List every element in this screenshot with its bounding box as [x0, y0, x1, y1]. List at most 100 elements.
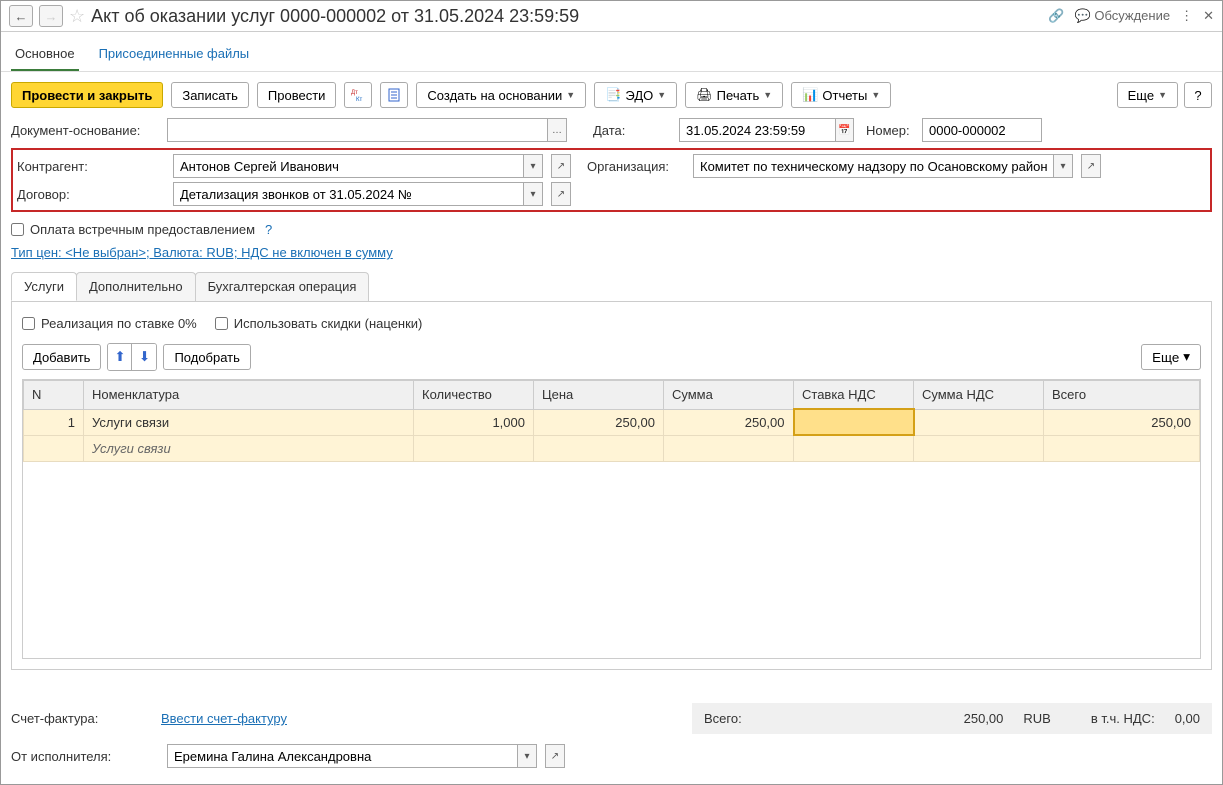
vat-value: 0,00	[1175, 711, 1200, 726]
caret-down-icon: ▾	[1183, 349, 1190, 365]
counterparty-label: Контрагент:	[17, 159, 167, 174]
more-menu-icon[interactable]: ⋮	[1180, 8, 1193, 24]
caret-down-icon: ▼	[763, 90, 772, 100]
col-total[interactable]: Всего	[1044, 381, 1200, 410]
invoice-label: Счет-фактура:	[11, 711, 161, 726]
price-type-link[interactable]: Тип цен: <Не выбран>; Валюта: RUB; НДС н…	[11, 245, 393, 260]
caret-down-icon: ▼	[1158, 90, 1167, 100]
save-button[interactable]: Записать	[171, 82, 249, 108]
services-table: N Номенклатура Количество Цена Сумма Ста…	[23, 380, 1200, 462]
col-vat-rate[interactable]: Ставка НДС	[794, 381, 914, 410]
subtab-additional[interactable]: Дополнительно	[76, 272, 196, 301]
more-button[interactable]: Еще ▼	[1117, 82, 1178, 108]
post-button[interactable]: Провести	[257, 82, 337, 108]
open-button[interactable]: ↗	[551, 182, 571, 206]
chart-icon: 📊	[802, 87, 818, 103]
total-value: 250,00	[964, 711, 1004, 726]
calendar-icon[interactable]: 📅	[835, 119, 853, 141]
contract-input[interactable]	[174, 183, 523, 205]
document-icon[interactable]	[380, 82, 408, 108]
performer-label: От исполнителя:	[11, 749, 161, 764]
zero-rate-checkbox[interactable]	[22, 317, 35, 330]
svg-text:Дт: Дт	[351, 90, 358, 96]
vat-label: в т.ч. НДС:	[1091, 711, 1155, 726]
counter-payment-label: Оплата встречным предоставлением	[30, 222, 255, 237]
dropdown-button[interactable]: ▾	[1053, 155, 1072, 177]
use-discounts-checkbox[interactable]	[215, 317, 228, 330]
table-row[interactable]: 1 Услуги связи 1,000 250,00 250,00 250,0…	[24, 409, 1200, 435]
forward-button[interactable]: →	[39, 5, 63, 27]
cell-price[interactable]: 250,00	[534, 409, 664, 435]
cell-nomenclature[interactable]: Услуги связи	[84, 409, 414, 435]
caret-down-icon: ▼	[871, 90, 880, 100]
open-button[interactable]: ↗	[1081, 154, 1101, 178]
services-tab-content: Реализация по ставке 0% Использовать ски…	[11, 302, 1212, 670]
counter-payment-checkbox[interactable]	[11, 223, 24, 236]
contract-label: Договор:	[17, 187, 167, 202]
cell-total[interactable]: 250,00	[1044, 409, 1200, 435]
print-button[interactable]: 🖨 Печать ▼	[685, 82, 783, 108]
date-label: Дата:	[593, 123, 673, 138]
print-icon: 🖨	[696, 87, 713, 103]
cell-sum[interactable]: 250,00	[664, 409, 794, 435]
col-sum[interactable]: Сумма	[664, 381, 794, 410]
highlighted-fields-box: Контрагент: ▾ ↗ Организация: ▾ ↗ Договор…	[11, 148, 1212, 212]
col-nomenclature[interactable]: Номенклатура	[84, 381, 414, 410]
create-based-on-button[interactable]: Создать на основании ▼	[416, 82, 586, 108]
dropdown-button[interactable]: ▾	[523, 155, 542, 177]
cell-n[interactable]: 1	[24, 409, 84, 435]
help-button[interactable]: ?	[1184, 82, 1212, 108]
dropdown-button[interactable]: ▾	[517, 745, 536, 767]
reports-button[interactable]: 📊 Отчеты ▼	[791, 82, 891, 108]
move-down-button[interactable]: ⬇	[132, 344, 156, 370]
cell-vat-rate[interactable]	[794, 409, 914, 435]
performer-input[interactable]	[168, 745, 517, 767]
link-icon[interactable]: 🔗	[1048, 8, 1064, 24]
subtab-services[interactable]: Услуги	[11, 272, 77, 301]
org-label: Организация:	[587, 159, 687, 174]
window-title: Акт об оказании услуг 0000-000002 от 31.…	[91, 6, 1042, 27]
back-button[interactable]: ←	[9, 5, 33, 27]
col-qty[interactable]: Количество	[414, 381, 534, 410]
help-question-icon[interactable]: ?	[265, 222, 272, 237]
cell-qty[interactable]: 1,000	[414, 409, 534, 435]
total-label: Всего:	[704, 711, 944, 726]
post-and-close-button[interactable]: Провести и закрыть	[11, 82, 163, 108]
org-input[interactable]	[694, 155, 1053, 177]
currency: RUB	[1023, 711, 1050, 726]
move-up-button[interactable]: ⬆	[108, 344, 132, 370]
col-price[interactable]: Цена	[534, 381, 664, 410]
cell-nomenclature-sub[interactable]: Услуги связи	[84, 435, 414, 461]
pick-button[interactable]: Подобрать	[163, 344, 250, 370]
open-button[interactable]: ↗	[545, 744, 565, 768]
add-button[interactable]: Добавить	[22, 344, 101, 370]
caret-down-icon: ▼	[566, 90, 575, 100]
edo-icon: 📑	[605, 87, 621, 103]
caret-down-icon: ▼	[657, 90, 666, 100]
zero-rate-label: Реализация по ставке 0%	[41, 316, 197, 331]
open-button[interactable]: ↗	[551, 154, 571, 178]
tab-main[interactable]: Основное	[11, 40, 79, 71]
table-row-sub[interactable]: Услуги связи	[24, 435, 1200, 461]
edo-button[interactable]: 📑 ЭДО ▼	[594, 82, 677, 108]
counterparty-input[interactable]	[174, 155, 523, 177]
favorite-star-icon[interactable]: ☆	[69, 6, 85, 27]
ellipsis-button[interactable]: …	[547, 119, 566, 141]
tab-attached-files[interactable]: Присоединенные файлы	[95, 40, 254, 71]
subtab-accounting[interactable]: Бухгалтерская операция	[195, 272, 370, 301]
cell-vat-sum[interactable]	[914, 409, 1044, 435]
doc-basis-input[interactable]	[168, 119, 547, 141]
totals-box: Всего: 250,00 RUB в т.ч. НДС: 0,00	[692, 703, 1212, 734]
col-n[interactable]: N	[24, 381, 84, 410]
enter-invoice-link[interactable]: Ввести счет-фактуру	[161, 711, 287, 726]
number-label: Номер:	[866, 123, 916, 138]
dropdown-button[interactable]: ▾	[523, 183, 542, 205]
date-input[interactable]	[680, 119, 835, 141]
col-vat-sum[interactable]: Сумма НДС	[914, 381, 1044, 410]
table-more-button[interactable]: Еще ▾	[1141, 344, 1201, 370]
number-input[interactable]	[923, 119, 1041, 141]
discussion-button[interactable]: 💬 Обсуждение	[1075, 8, 1171, 24]
doc-basis-label: Документ-основание:	[11, 123, 161, 138]
dt-kt-icon[interactable]: ДтКт	[344, 82, 372, 108]
close-icon[interactable]: ✕	[1203, 8, 1214, 24]
